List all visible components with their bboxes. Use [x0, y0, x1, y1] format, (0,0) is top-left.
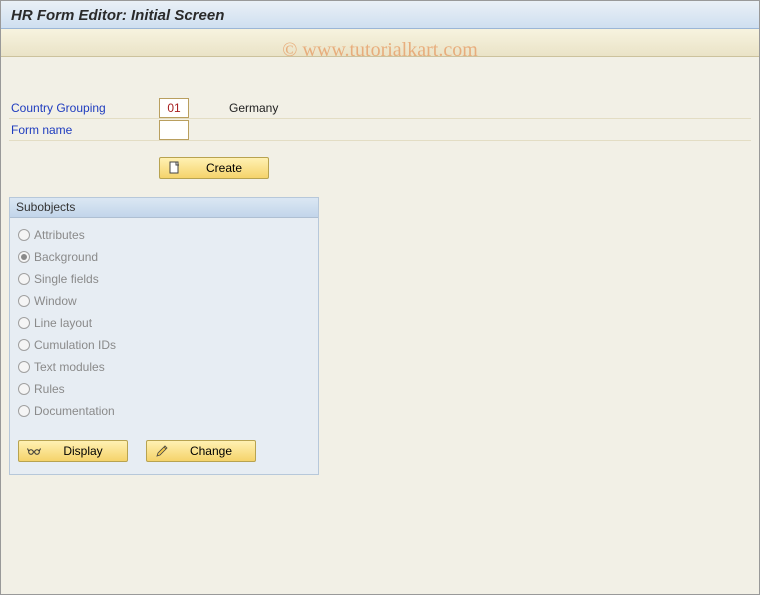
radio-label: Documentation: [34, 404, 115, 418]
change-button[interactable]: Change: [146, 440, 256, 462]
toolbar: [1, 29, 759, 57]
radio-single-fields[interactable]: Single fields: [18, 268, 310, 290]
radio-label: Window: [34, 294, 77, 308]
radio-window[interactable]: Window: [18, 290, 310, 312]
display-button[interactable]: Display: [18, 440, 128, 462]
radio-label: Attributes: [34, 228, 85, 242]
radio-icon: [18, 295, 30, 307]
page-title: HR Form Editor: Initial Screen: [11, 7, 224, 24]
country-grouping-label: Country Grouping: [9, 101, 159, 115]
radio-label: Rules: [34, 382, 65, 396]
form-name-input[interactable]: [159, 120, 189, 140]
title-bar: HR Form Editor: Initial Screen: [1, 1, 759, 29]
row-country-grouping: Country Grouping Germany: [9, 97, 751, 119]
radio-icon: [18, 229, 30, 241]
radio-icon: [18, 383, 30, 395]
radio-label: Cumulation IDs: [34, 338, 116, 352]
display-button-label: Display: [47, 444, 119, 458]
radio-icon: [18, 361, 30, 373]
country-grouping-text: Germany: [229, 101, 278, 115]
radio-icon: [18, 251, 30, 263]
row-form-name: Form name: [9, 119, 751, 141]
radio-icon: [18, 317, 30, 329]
radio-documentation[interactable]: Documentation: [18, 400, 310, 422]
subobjects-header: Subobjects: [10, 198, 318, 218]
content-area: Country Grouping Germany Form name Creat…: [1, 57, 759, 483]
new-document-icon: [168, 161, 182, 175]
pencil-icon: [155, 444, 169, 458]
radio-cumulation-ids[interactable]: Cumulation IDs: [18, 334, 310, 356]
create-button-wrap: Create: [159, 157, 751, 179]
form-name-label: Form name: [9, 123, 159, 137]
radio-rules[interactable]: Rules: [18, 378, 310, 400]
country-grouping-input[interactable]: [159, 98, 189, 118]
radio-icon: [18, 273, 30, 285]
create-button[interactable]: Create: [159, 157, 269, 179]
create-button-label: Create: [188, 161, 260, 175]
radio-label: Text modules: [34, 360, 105, 374]
radio-icon: [18, 405, 30, 417]
radio-label: Line layout: [34, 316, 92, 330]
radio-label: Single fields: [34, 272, 99, 286]
radio-attributes[interactable]: Attributes: [18, 224, 310, 246]
change-button-label: Change: [175, 444, 247, 458]
subobjects-body: Attributes Background Single fields Wind…: [10, 218, 318, 474]
radio-text-modules[interactable]: Text modules: [18, 356, 310, 378]
subobjects-groupbox: Subobjects Attributes Background Single …: [9, 197, 319, 475]
radio-icon: [18, 339, 30, 351]
radio-label: Background: [34, 250, 98, 264]
radio-background[interactable]: Background: [18, 246, 310, 268]
radio-line-layout[interactable]: Line layout: [18, 312, 310, 334]
subobjects-actions: Display Change: [18, 440, 310, 462]
glasses-icon: [27, 444, 41, 458]
